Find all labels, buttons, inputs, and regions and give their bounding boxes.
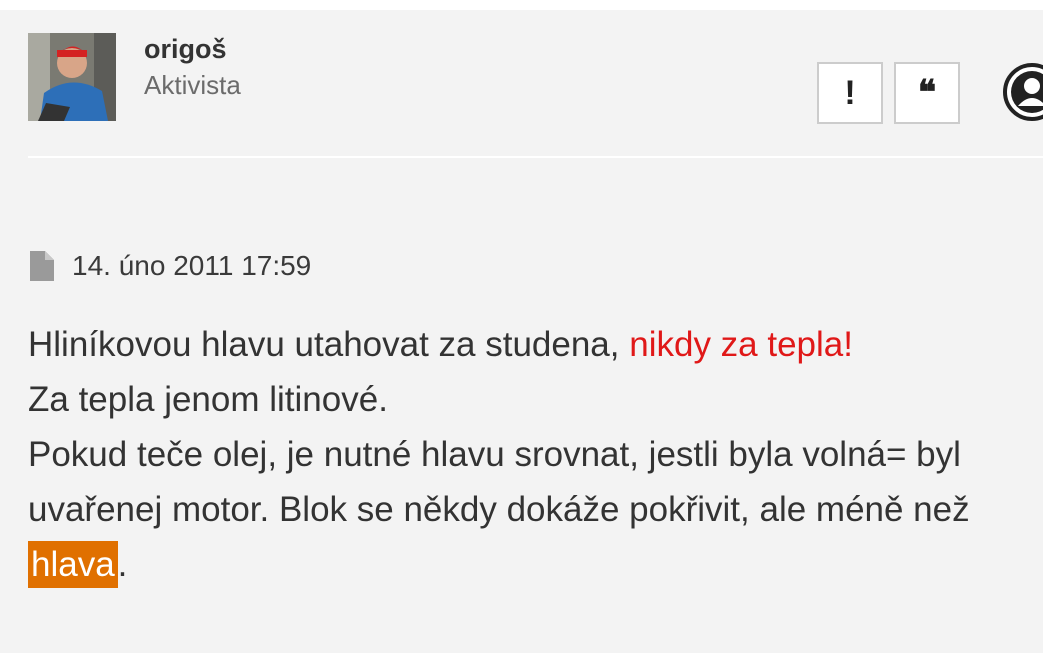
user-rank: Aktivista [144, 70, 241, 100]
post-date[interactable]: 14. úno 2011 17:59 [72, 250, 311, 282]
post-text-tail: . [117, 545, 128, 584]
post-text-line3: Pokud teče olej, je nutné hlavu srovnat,… [28, 435, 970, 529]
exclamation-icon: ! [844, 73, 856, 112]
quote-icon: ❝ [917, 74, 937, 112]
highlighted-word: hlava [28, 541, 118, 588]
report-button[interactable]: ! [817, 62, 883, 124]
user-icon [1003, 63, 1043, 121]
quote-button[interactable]: ❝ [894, 62, 960, 124]
post-text-line1: Hliníkovou hlavu utahovat za studena, [28, 325, 630, 364]
avatar-photo [28, 33, 116, 121]
document-icon [30, 251, 54, 281]
post-text-line2: Za tepla jenom litinové. [28, 380, 388, 419]
avatar[interactable] [28, 33, 116, 121]
profile-button[interactable] [1000, 60, 1043, 124]
post-text-emphasis: nikdy za tepla! [629, 325, 853, 364]
post-card: origoš Aktivista ! ❝ 14. úno 2011 17:59 … [0, 10, 1043, 653]
post-meta: 14. úno 2011 17:59 [30, 250, 311, 282]
header-divider [28, 156, 1043, 158]
username[interactable]: origoš [144, 34, 227, 65]
post-body: Hliníkovou hlavu utahovat za studena, ni… [28, 317, 1008, 592]
